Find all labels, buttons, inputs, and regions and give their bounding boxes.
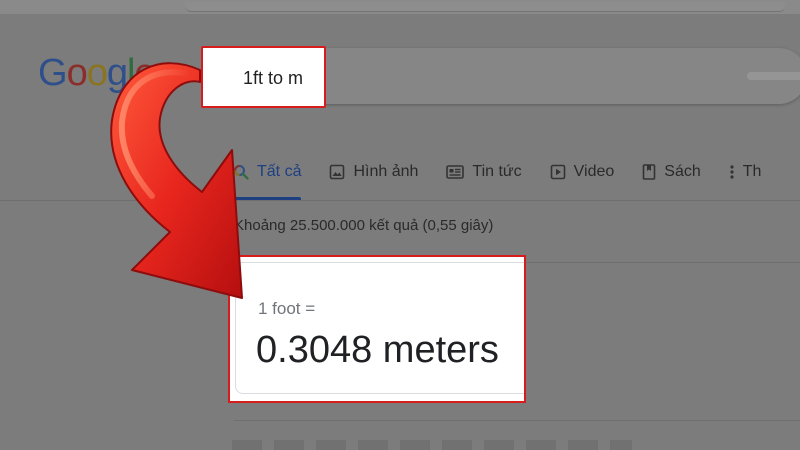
- tab-label: Hình ảnh: [353, 163, 419, 180]
- logo-letter: o: [86, 52, 108, 94]
- video-play-icon: [550, 164, 566, 180]
- answer-card-inner: 1 foot = 0.3048 meters: [235, 262, 524, 394]
- logo-letter: e: [134, 52, 155, 94]
- unit-converter-answer: 1 foot = 0.3048 meters: [228, 255, 526, 403]
- image-icon: [329, 164, 345, 180]
- results-divider: [234, 420, 800, 421]
- tab-label: Th: [742, 163, 762, 180]
- logo-letter: g: [106, 52, 128, 94]
- tab-video[interactable]: Video: [550, 152, 615, 192]
- google-logo[interactable]: Google: [38, 52, 156, 94]
- next-result-snippet: [232, 440, 632, 450]
- tab-label: Tất cả: [257, 163, 302, 180]
- book-icon: [642, 164, 656, 180]
- tab-news[interactable]: Tin tức: [446, 152, 522, 192]
- tab-label: Video: [573, 163, 615, 180]
- answer-result-value: 0.3048 meters: [256, 329, 499, 371]
- browser-top-strip: [0, 0, 800, 14]
- logo-letter: G: [38, 52, 68, 94]
- top-bar-shape: [185, 2, 785, 12]
- search-box-controls[interactable]: [747, 72, 800, 80]
- tab-label: Tin tức: [472, 163, 522, 180]
- news-icon: [446, 164, 465, 180]
- tab-all[interactable]: Tất cả: [233, 152, 302, 200]
- search-tabs: Tất cả Hình ảnh Tin tức Video Sách Th: [233, 152, 789, 200]
- logo-letter: o: [66, 52, 88, 94]
- results-stats: Khoảng 25.500.000 kết quả (0,55 giây): [234, 217, 494, 234]
- search-icon: [233, 164, 249, 180]
- tab-books[interactable]: Sách: [642, 152, 701, 192]
- search-query-text: 1ft to m: [243, 68, 304, 88]
- more-vert-icon: [729, 164, 735, 180]
- tabs-divider: [0, 200, 800, 201]
- tab-more[interactable]: Th: [729, 152, 762, 192]
- search-input[interactable]: 1ft to m: [209, 50, 322, 102]
- tab-label: Sách: [664, 163, 701, 180]
- tab-images[interactable]: Hình ảnh: [329, 152, 418, 192]
- answer-from-value: 1 foot =: [258, 299, 316, 318]
- query-highlight: 1ft to m: [201, 46, 326, 108]
